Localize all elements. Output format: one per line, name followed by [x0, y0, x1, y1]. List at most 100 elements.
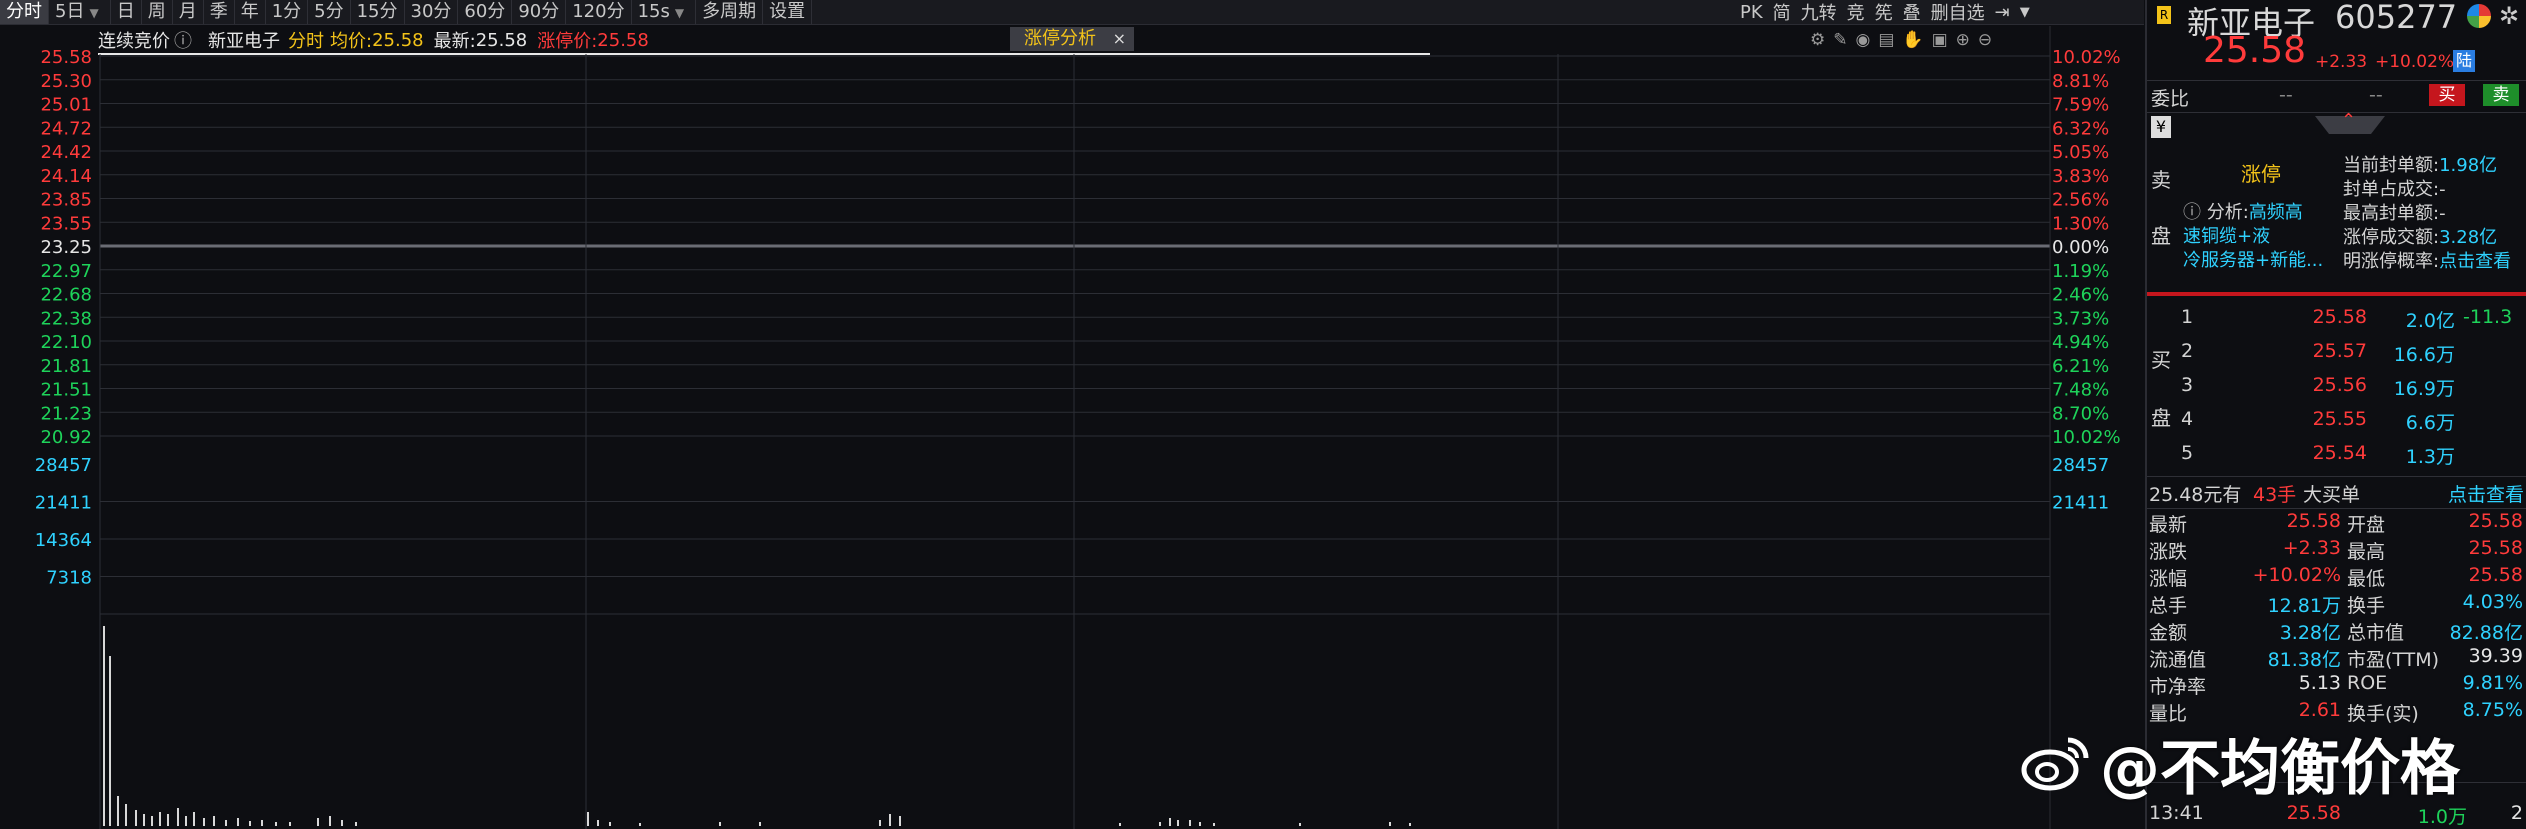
analysis-prefix: 分析: — [2206, 202, 2249, 223]
sell-side-label-2: 盘 — [2151, 224, 2171, 248]
color-wheel-icon[interactable] — [2467, 4, 2491, 28]
pct-tick-label: 3.83% — [2052, 166, 2109, 187]
pct-tick-label: 2.46% — [2052, 285, 2109, 306]
quote-value: 9.81% — [2462, 672, 2523, 694]
quote-label: 市净率 — [2149, 676, 2207, 698]
pct-tick-label: 1.19% — [2052, 261, 2109, 282]
analysis-line-3[interactable]: 冷服务器+新能... — [2183, 246, 2323, 272]
big-order-price: 25.48元有 — [2149, 484, 2242, 506]
divider — [2147, 508, 2526, 509]
quote-value: 2.61 — [2298, 699, 2341, 721]
intraday-chart[interactable]: 25.58 10.02% 25.30 8.81% 25.01 7.59% 24.72 6.32… — [0, 0, 2144, 829]
watermark-text: @不均衡价格 — [2100, 733, 2460, 804]
bid-ask-divider — [2147, 292, 2526, 296]
seal-stat-label: 明涨停概率: — [2343, 251, 2440, 272]
quote-label: 总市值 — [2347, 622, 2405, 644]
price-tick-label: 25.58 — [40, 47, 92, 68]
quote-label: ROE — [2347, 672, 2388, 694]
pct-tick-label: 8.81% — [2052, 71, 2109, 92]
price-tick-label: 20.92 — [40, 427, 92, 448]
quote-value: 5.13 — [2298, 672, 2341, 694]
tick-count: 2 — [2510, 802, 2523, 824]
pct-tick-label: 7.48% — [2052, 380, 2109, 401]
quote-label: 涨幅 — [2149, 568, 2188, 590]
quote-value: 3.28亿 — [2279, 622, 2341, 644]
seal-stats: 当前封单额:1.98亿 封单占成交:- 最高封单额:- 涨停成交额:3.28亿 … — [2343, 154, 2511, 274]
buy-button[interactable]: 买 — [2429, 84, 2465, 106]
weibi-label: 委比 — [2151, 88, 2190, 110]
buy-side-label-2: 盘 — [2151, 406, 2171, 430]
seal-stat-value: - — [2439, 203, 2446, 224]
seal-stat-value: 3.28亿 — [2439, 227, 2498, 248]
seal-stat-label: 最高封单额: — [2343, 203, 2440, 224]
weicha-value: -- — [2369, 84, 2383, 106]
analysis-row: ⓘ 分析:高频高 — [2183, 198, 2303, 224]
price-tick-label: 25.30 — [40, 71, 92, 92]
sell-button[interactable]: 卖 — [2483, 84, 2519, 106]
chevron-up-icon[interactable]: ⌃ — [2341, 110, 2356, 131]
pct-tick-label: 3.73% — [2052, 308, 2109, 329]
seal-stat-row: 明涨停概率:点击查看 — [2343, 250, 2511, 274]
quote-value: 81.38亿 — [2267, 649, 2341, 671]
quote-label: 最高 — [2347, 541, 2386, 563]
big-order-qty: 43手 — [2253, 484, 2297, 506]
sell-side-label-1: 卖 — [2151, 168, 2171, 192]
volume-tick-label: 21411 — [35, 493, 92, 514]
buy-side-label-1: 买 — [2151, 348, 2171, 372]
seal-stat-label: 涨停成交额: — [2343, 227, 2440, 248]
view-probability-link[interactable]: 点击查看 — [2439, 251, 2511, 272]
price-tick-label: 24.42 — [40, 142, 92, 163]
quote-label: 金额 — [2149, 622, 2188, 644]
price-tick-label: 22.10 — [40, 332, 92, 353]
price-tick-label: 23.55 — [40, 213, 92, 234]
quote-label: 涨跌 — [2149, 541, 2188, 563]
pct-tick-label: 6.32% — [2052, 118, 2109, 139]
quote-panel: R 新亚电子 605277 ✲ 25.58 +2.33 +10.02% 陆 委比… — [2145, 0, 2526, 829]
bid-level: 5 — [2181, 442, 2194, 464]
price-tick-label: 25.01 — [40, 95, 92, 116]
r-icon: R — [2157, 6, 2171, 24]
quote-value: 4.03% — [2462, 591, 2523, 613]
seal-stat-label: 当前封单额: — [2343, 155, 2440, 176]
gear-icon[interactable]: ✲ — [2499, 2, 2519, 30]
connect-badge: 陆 — [2453, 50, 2475, 72]
price-tick-label: 22.97 — [40, 261, 92, 282]
big-order-link[interactable]: 点击查看 — [2448, 480, 2524, 507]
panel-stock-code: 605277 — [2335, 0, 2458, 36]
price-tick-label: 24.14 — [40, 166, 92, 187]
bid-level: 1 — [2181, 306, 2194, 328]
big-order-label: 大买单 — [2303, 484, 2361, 506]
quote-label: 开盘 — [2347, 514, 2386, 536]
analysis-line-2[interactable]: 速铜缆+液 — [2183, 222, 2270, 248]
quote-label: 流通值 — [2149, 649, 2207, 671]
bid-volume: 1.3万 — [2405, 446, 2455, 468]
bid-volume: 2.0亿 — [2405, 310, 2455, 332]
weibi-value: -- — [2279, 84, 2293, 106]
seal-stat-value: - — [2439, 179, 2446, 200]
quote-value: 82.88亿 — [2449, 622, 2523, 644]
bid-volume: 16.6万 — [2393, 344, 2455, 366]
volume-tick-label: 28457 — [2052, 455, 2109, 476]
volume-tick-label: 21411 — [2052, 493, 2109, 514]
bid-level: 3 — [2181, 374, 2194, 396]
limit-up-title: 涨停 — [2241, 162, 2281, 186]
pct-tick-label: 8.70% — [2052, 403, 2109, 424]
price-tick-label: 22.68 — [40, 285, 92, 306]
quote-value: 12.81万 — [2267, 595, 2341, 617]
pct-tick-label: 5.05% — [2052, 142, 2109, 163]
analysis-line-1[interactable]: 高频高 — [2249, 202, 2303, 223]
panel-pct: +10.02% — [2375, 52, 2455, 72]
seal-stat-row: 当前封单额:1.98亿 — [2343, 154, 2511, 178]
quote-value: 25.58 — [2468, 537, 2523, 559]
bid-change: -11.3 — [2463, 306, 2513, 328]
quote-label: 最新 — [2149, 514, 2188, 536]
divider — [2147, 476, 2526, 477]
pct-tick-label: 7.59% — [2052, 95, 2109, 116]
bid-level: 4 — [2181, 408, 2194, 430]
price-tick-label: 23.25 — [40, 237, 92, 258]
price-tick-label: 22.38 — [40, 308, 92, 329]
quote-value: 25.58 — [2468, 510, 2523, 532]
price-tick-label: 21.81 — [40, 356, 92, 377]
quote-value: 8.75% — [2462, 699, 2523, 721]
volume-tick-label: 14364 — [35, 530, 92, 551]
